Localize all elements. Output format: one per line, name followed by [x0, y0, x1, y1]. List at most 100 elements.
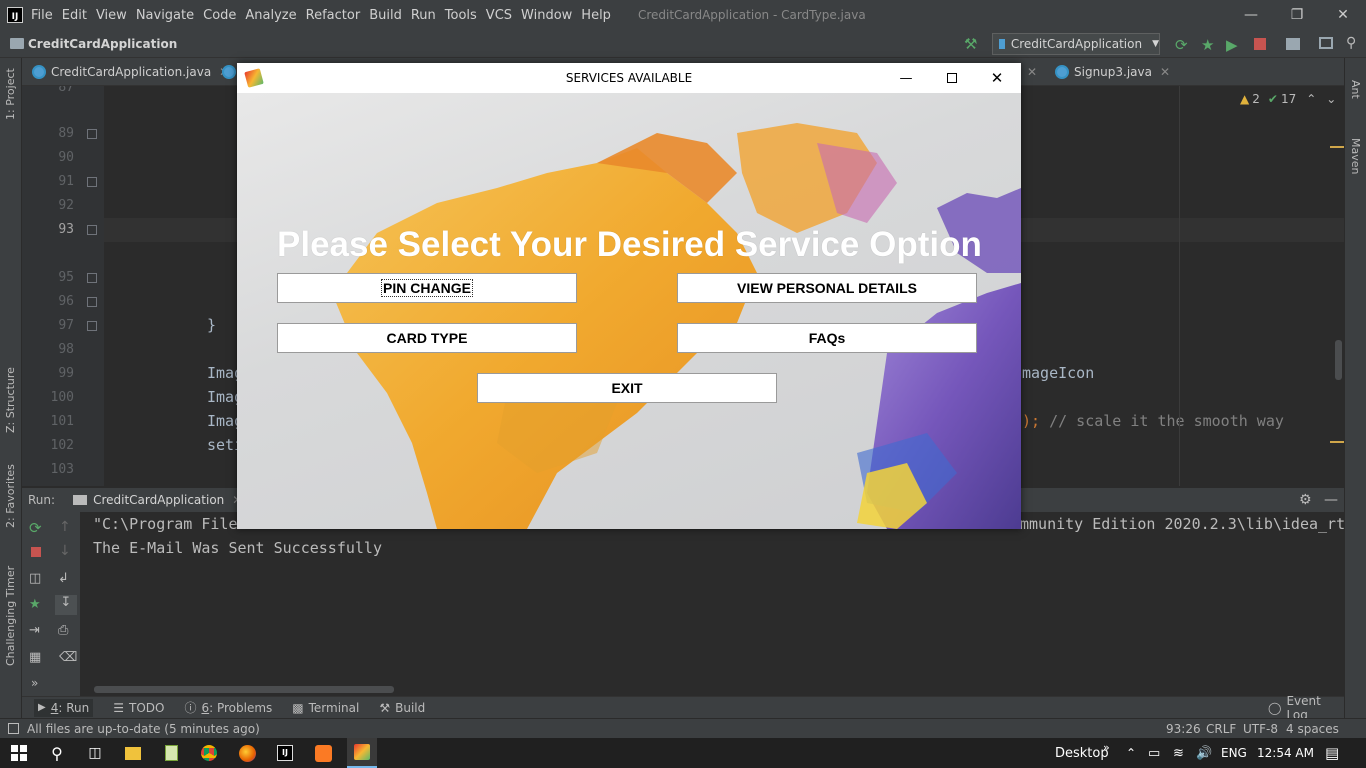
menu-analyze[interactable]: Analyze: [245, 8, 296, 23]
hide-panel-icon[interactable]: —: [1324, 492, 1338, 508]
soft-wrap-icon[interactable]: ↲: [58, 571, 69, 586]
faqs-button[interactable]: FAQs: [677, 323, 977, 353]
debug-icon[interactable]: ★: [29, 597, 41, 612]
card-type-button[interactable]: CARD TYPE: [277, 323, 577, 353]
error-stripe-marker[interactable]: [1330, 146, 1344, 148]
project-tool-tab[interactable]: 1: Project: [4, 68, 17, 120]
status-window-icon[interactable]: [8, 723, 19, 734]
intellij-icon[interactable]: IJ: [275, 743, 295, 763]
menu-view[interactable]: View: [96, 8, 127, 23]
file-encoding[interactable]: UTF-8: [1243, 722, 1278, 736]
close-button[interactable]: ✕: [1320, 0, 1366, 30]
run-console[interactable]: ⟳ ↑ ↓ ◫ ↲ ★ ↧ ⇥ ⎙ ▦ ⌫ » "C:\Program File…: [22, 512, 1345, 696]
horizontal-scrollbar[interactable]: [94, 686, 394, 693]
close-tab-icon[interactable]: ✕: [1160, 65, 1170, 79]
clock[interactable]: 12:54 AM: [1257, 746, 1314, 760]
fold-marker-icon[interactable]: [87, 225, 97, 235]
trash-icon[interactable]: ⌫: [59, 650, 77, 665]
ant-tool-tab[interactable]: Ant: [1349, 80, 1362, 99]
structure-tool-tab[interactable]: Z: Structure: [4, 367, 17, 433]
battery-icon[interactable]: ▭: [1148, 746, 1160, 761]
fold-marker-icon[interactable]: [87, 321, 97, 331]
dialog-minimize-button[interactable]: —: [893, 63, 919, 93]
run-tab-label[interactable]: CreditCardApplication: [93, 493, 224, 507]
tab-partial-close[interactable]: ✕: [1027, 58, 1037, 85]
favorites-tool-tab[interactable]: 2: Favorites: [4, 464, 17, 528]
rerun-icon[interactable]: ⟳: [1175, 36, 1191, 54]
chrome-icon[interactable]: [199, 743, 219, 763]
stop-icon[interactable]: [1254, 38, 1266, 50]
maven-tool-tab[interactable]: Maven: [1349, 138, 1362, 174]
notepad-icon[interactable]: [161, 743, 181, 763]
close-tab-icon[interactable]: ✕: [1027, 65, 1037, 79]
pin-change-button[interactable]: PIN CHANGE: [277, 273, 577, 303]
caret-position[interactable]: 93:26: [1166, 722, 1201, 736]
tab-build[interactable]: ⚒ Build: [379, 701, 425, 715]
menu-build[interactable]: Build: [369, 8, 402, 23]
firefox-icon[interactable]: [237, 743, 257, 763]
menu-edit[interactable]: Edit: [62, 8, 87, 23]
tab-run[interactable]: ▶ 4: Run: [34, 698, 94, 717]
chevron-up-icon[interactable]: ⌃: [1126, 746, 1136, 760]
build-hammer-icon[interactable]: ⚒: [964, 35, 977, 53]
minimize-button[interactable]: —: [1228, 0, 1274, 30]
line-separator[interactable]: CRLF: [1206, 722, 1236, 736]
project-breadcrumb[interactable]: CreditCardApplication: [10, 37, 177, 51]
menu-refactor[interactable]: Refactor: [306, 8, 361, 23]
presentation-icon[interactable]: [1319, 37, 1333, 49]
tab-terminal[interactable]: ▩ Terminal: [292, 701, 359, 715]
error-stripe-marker[interactable]: [1330, 441, 1344, 443]
menu-navigate[interactable]: Navigate: [136, 8, 194, 23]
stop-icon[interactable]: [31, 547, 41, 557]
camera-icon[interactable]: ◫: [29, 571, 41, 586]
fold-marker-icon[interactable]: [87, 177, 97, 187]
challenging-timer-tool-tab[interactable]: Challenging Timer: [4, 566, 17, 666]
menu-help[interactable]: Help: [581, 8, 611, 23]
chevron-down-icon[interactable]: ⌄: [1326, 92, 1336, 106]
language-indicator[interactable]: ENG: [1221, 746, 1247, 760]
dialog-titlebar[interactable]: SERVICES AVAILABLE — ✕: [237, 63, 1021, 93]
windows-start-icon[interactable]: [9, 743, 29, 763]
volume-icon[interactable]: 🔊: [1196, 746, 1212, 761]
menu-file[interactable]: File: [31, 8, 53, 23]
vertical-scrollbar[interactable]: [1335, 340, 1342, 380]
layout-icon[interactable]: ▦: [29, 650, 41, 665]
xampp-icon[interactable]: [313, 743, 333, 763]
menu-vcs[interactable]: VCS: [486, 8, 512, 23]
fold-marker-icon[interactable]: [87, 297, 97, 307]
print-icon[interactable]: ⎙: [58, 623, 68, 638]
search-icon[interactable]: ⚲: [47, 743, 67, 763]
project-structure-icon[interactable]: [1286, 38, 1300, 50]
tab-problems[interactable]: ⓘ 6: Problems: [184, 699, 272, 716]
tab-todo[interactable]: ☰ TODO: [113, 701, 164, 715]
java-app-icon[interactable]: [347, 738, 377, 768]
task-view-icon[interactable]: ◫: [85, 743, 105, 763]
fold-marker-icon[interactable]: [87, 129, 97, 139]
coverage-icon[interactable]: ▶: [1226, 36, 1242, 54]
down-arrow-icon[interactable]: ↓: [59, 543, 71, 559]
menu-code[interactable]: Code: [203, 8, 236, 23]
scroll-to-end-icon[interactable]: ↧: [55, 595, 77, 615]
chevron-double-right-icon[interactable]: »: [1103, 741, 1110, 754]
tab-creditcardapplication[interactable]: CreditCardApplication.java ✕: [32, 58, 229, 85]
inspection-widget[interactable]: ▲ 2 ✔ 17 ⌃ ⌄: [1240, 92, 1336, 106]
run-configuration-select[interactable]: CreditCardApplication ▼: [992, 33, 1160, 55]
dialog-maximize-button[interactable]: [939, 63, 965, 93]
debug-icon[interactable]: ★: [1201, 36, 1217, 54]
rerun-icon[interactable]: ⟳: [29, 519, 42, 537]
desktop-toolbar[interactable]: Desktop: [1055, 746, 1109, 761]
maximize-button[interactable]: ❐: [1274, 0, 1320, 30]
wifi-icon[interactable]: ≋: [1173, 746, 1184, 761]
menu-tools[interactable]: Tools: [445, 8, 477, 23]
more-icon[interactable]: »: [31, 676, 38, 690]
login-icon[interactable]: ⇥: [29, 623, 40, 638]
notification-icon[interactable]: ▤: [1325, 744, 1339, 762]
view-personal-details-button[interactable]: VIEW PERSONAL DETAILS: [677, 273, 977, 303]
menu-window[interactable]: Window: [521, 8, 572, 23]
chevron-up-icon[interactable]: ⌃: [1306, 92, 1316, 106]
tab-signup3[interactable]: Signup3.java ✕: [1055, 58, 1170, 85]
file-explorer-icon[interactable]: [123, 743, 143, 763]
indent-setting[interactable]: 4 spaces: [1286, 722, 1339, 736]
exit-button[interactable]: EXIT: [477, 373, 777, 403]
fold-marker-icon[interactable]: [87, 273, 97, 283]
